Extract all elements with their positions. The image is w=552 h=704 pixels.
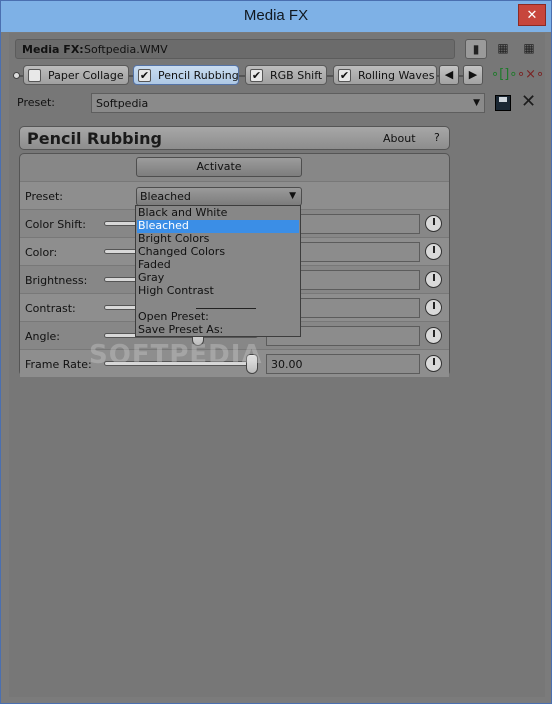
window-title: Media FX	[243, 7, 309, 24]
param-label: Color Shift:	[25, 218, 86, 231]
keyframe-dial-icon[interactable]	[425, 327, 442, 344]
fx-chain: Paper Collage ✔ Pencil Rubbing ✔ RGB Shi…	[13, 65, 487, 87]
scroll-left-button[interactable]: ◀	[439, 65, 459, 85]
media-file-name: Softpedia.WMV	[84, 43, 168, 56]
view-two-column-button[interactable]: ▦	[492, 39, 514, 59]
help-button[interactable]: ?	[434, 131, 440, 144]
plugin-name: Pencil Rubbing	[27, 129, 162, 148]
fx-enable-checkbox[interactable]: ✔	[338, 69, 351, 82]
param-label: Angle:	[25, 330, 61, 343]
plugin-preset-value: Bleached	[140, 190, 191, 203]
plugin-preset-dropdown[interactable]: Bleached ▼	[136, 187, 302, 206]
save-preset-as-option[interactable]: Save Preset As:	[137, 324, 299, 337]
param-label: Contrast:	[25, 302, 76, 315]
keyframe-dial-icon[interactable]	[425, 271, 442, 288]
keyframe-dial-icon[interactable]	[425, 299, 442, 316]
media-fx-bar: Media FX: Softpedia.WMV	[15, 39, 455, 59]
keyframe-dial-icon[interactable]	[425, 355, 442, 372]
fx-tab-label: Paper Collage	[48, 69, 124, 82]
keyframe-dial-icon[interactable]	[425, 215, 442, 232]
dropdown-separator	[196, 308, 256, 309]
plugin-header: Pencil Rubbing About ?	[19, 126, 450, 150]
preset-value: Softpedia	[96, 97, 149, 110]
close-button[interactable]: ✕	[518, 4, 546, 26]
chain-start-node	[13, 72, 20, 79]
media-fx-label: Media FX:	[22, 43, 84, 56]
about-button[interactable]: About	[383, 132, 416, 145]
view-single-column-button[interactable]: ▮	[465, 39, 487, 59]
media-fx-window: Media FX ✕ Media FX: Softpedia.WMV ▮ ▦ ▦…	[0, 0, 552, 704]
chevron-down-icon: ▼	[289, 191, 296, 201]
preset-label: Preset:	[17, 96, 56, 109]
fx-tab-pencil-rubbing[interactable]: ✔ Pencil Rubbing	[133, 65, 239, 85]
preset-row: Preset: Softpedia ▼	[13, 93, 485, 113]
frame-rate-value[interactable]: 30.00	[266, 354, 420, 374]
dialog-content: Media FX: Softpedia.WMV ▮ ▦ ▦ Paper Coll…	[9, 33, 545, 697]
fx-enable-checkbox[interactable]: ✔	[138, 69, 151, 82]
param-label: Color:	[25, 246, 58, 259]
preset-dropdown-list: Black and White Bleached Bright Colors C…	[135, 205, 301, 337]
fx-tab-label: Pencil Rubbing	[158, 69, 239, 82]
plugin-chain-icon[interactable]: ∘[]∘	[491, 67, 517, 85]
fx-tab-rolling-waves[interactable]: ✔ Rolling Waves	[333, 65, 437, 85]
fx-tab-label: Rolling Waves	[358, 69, 435, 82]
preset-combo[interactable]: Softpedia ▼	[91, 93, 485, 113]
fx-tab-paper-collage[interactable]: Paper Collage	[23, 65, 129, 85]
fx-tab-label: RGB Shift	[270, 69, 323, 82]
fx-enable-checkbox[interactable]: ✔	[250, 69, 263, 82]
watermark-logo: SOFTPEDIA	[89, 340, 263, 370]
save-preset-icon[interactable]	[495, 95, 511, 111]
chevron-down-icon: ▼	[473, 98, 480, 108]
preset-option[interactable]: High Contrast	[137, 285, 299, 298]
title-bar[interactable]: Media FX ✕	[1, 1, 551, 32]
remove-plugin-icon[interactable]: ∘×∘	[517, 67, 544, 85]
param-label: Preset:	[25, 190, 64, 203]
view-grid-button[interactable]: ▦	[518, 39, 540, 59]
fx-tab-rgb-shift[interactable]: ✔ RGB Shift	[245, 65, 327, 85]
fx-enable-checkbox[interactable]	[28, 69, 41, 82]
keyframe-dial-icon[interactable]	[425, 243, 442, 260]
param-label: Brightness:	[25, 274, 88, 287]
activate-button[interactable]: Activate	[136, 157, 302, 177]
delete-preset-icon[interactable]: ✕	[521, 91, 536, 112]
scroll-right-button[interactable]: ▶	[463, 65, 483, 85]
param-label: Frame Rate:	[25, 358, 92, 371]
